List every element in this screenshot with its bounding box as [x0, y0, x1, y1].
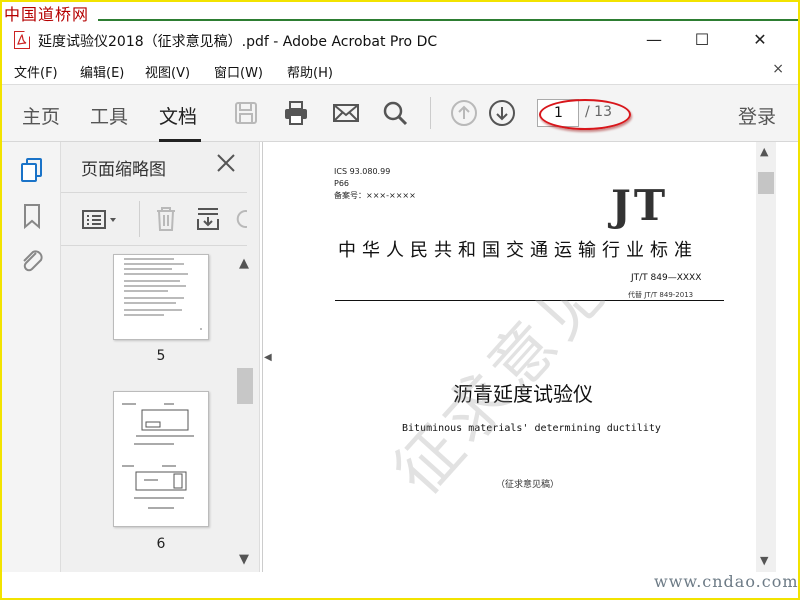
extract-icon[interactable]	[195, 205, 221, 233]
minimize-button[interactable]: —	[642, 28, 666, 52]
doc-scroll-down[interactable]: ▼	[760, 554, 768, 567]
jt-logo: JT	[611, 181, 669, 230]
thumbnail-label-6: 6	[156, 536, 166, 552]
watermark-rule	[98, 19, 798, 21]
site-watermark-bottom: www.cndao.com	[654, 572, 799, 591]
bookmark-icon[interactable]	[18, 202, 46, 230]
toolbar-separator	[430, 97, 431, 129]
page-thumbnail-6[interactable]	[113, 391, 209, 527]
thumbnail-label-5: 5	[156, 348, 166, 364]
doc-horizontal-rule	[335, 300, 724, 301]
delete-icon[interactable]	[153, 205, 179, 233]
menu-help[interactable]: 帮助(H)	[287, 62, 333, 81]
login-button[interactable]: 登录	[738, 102, 776, 129]
left-navigation-rail	[2, 142, 60, 572]
doc-scroll-thumb[interactable]	[758, 172, 774, 194]
title-bar: 延度试验仪2018（征求意见稿）.pdf - Adobe Acrobat Pro…	[2, 22, 798, 58]
red-annotation-ellipse	[539, 99, 631, 130]
print-icon[interactable]	[282, 99, 310, 127]
close-panel-icon[interactable]	[213, 150, 239, 176]
doc-classification: P66	[334, 179, 350, 188]
doc-draft-note: （征求意见稿）	[496, 480, 560, 490]
doc-english-title: Bituminous materials' determining ductil…	[402, 423, 661, 434]
rotate-icon[interactable]	[235, 207, 247, 231]
pdf-file-icon	[14, 31, 30, 49]
previous-page-icon[interactable]	[450, 99, 478, 127]
doc-replaces: 代替 JT/T 849-2013	[628, 291, 694, 299]
tab-home[interactable]: 主页	[22, 102, 60, 129]
panel-title: 页面缩略图	[81, 160, 166, 180]
save-icon[interactable]	[232, 99, 260, 127]
search-icon[interactable]	[381, 99, 409, 127]
tab-document[interactable]: 文档	[159, 102, 197, 129]
page-thumbnails-panel: 页面缩略图 5 6 ▲ ▼	[60, 142, 260, 572]
mail-icon[interactable]	[332, 99, 360, 127]
attachment-icon[interactable]	[18, 246, 46, 274]
close-document-button[interactable]: ×	[772, 61, 784, 77]
doc-scroll-up[interactable]: ▲	[760, 145, 768, 158]
thumbnail-scroll-thumb[interactable]	[237, 368, 253, 404]
menu-window[interactable]: 窗口(W)	[214, 62, 263, 81]
window-title: 延度试验仪2018（征求意见稿）.pdf - Adobe Acrobat Pro…	[38, 34, 438, 50]
next-page-icon[interactable]	[488, 99, 516, 127]
menu-file[interactable]: 文件(F)	[14, 62, 58, 81]
menu-edit[interactable]: 编辑(E)	[80, 62, 124, 81]
tab-tools[interactable]: 工具	[90, 102, 128, 129]
page-thumbnail-5[interactable]	[113, 254, 209, 340]
doc-classification-block: ICS 93.080.99 P66 备案号：×××-××××	[334, 166, 416, 202]
thumbnail-scroll-up[interactable]: ▲	[239, 256, 249, 271]
doc-standard-code: JT/T 849—XXXX	[631, 273, 702, 283]
close-window-button[interactable]: ✕	[748, 28, 772, 52]
panel-tools-separator	[139, 201, 140, 237]
doc-standard-title: 中华人民共和国交通运输行业标准	[338, 240, 698, 261]
menu-bar: 文件(F) 编辑(E) 视图(V) 窗口(W) 帮助(H) ×	[2, 58, 798, 84]
document-view[interactable]	[262, 142, 756, 572]
menu-view[interactable]: 视图(V)	[145, 62, 190, 81]
pages-icon[interactable]	[18, 156, 46, 184]
doc-chinese-title: 沥青延度试验仪	[453, 382, 593, 406]
maximize-button[interactable]: ☐	[690, 28, 714, 52]
thumbnail-scroll-down[interactable]: ▼	[239, 552, 249, 567]
collapse-panel-arrow[interactable]: ◀	[264, 352, 274, 368]
panel-toolbar	[61, 192, 247, 246]
doc-record-number: 备案号：×××-××××	[334, 191, 416, 200]
doc-ics: ICS 93.080.99	[334, 167, 391, 176]
options-menu-icon[interactable]	[81, 207, 121, 233]
document-scrollbar[interactable]: ▲ ▼	[756, 142, 776, 572]
toolbar: 主页 工具 文档 1 / 13 登录	[2, 84, 798, 142]
thumbnail-scrollbar[interactable]: ▲ ▼	[233, 254, 257, 572]
